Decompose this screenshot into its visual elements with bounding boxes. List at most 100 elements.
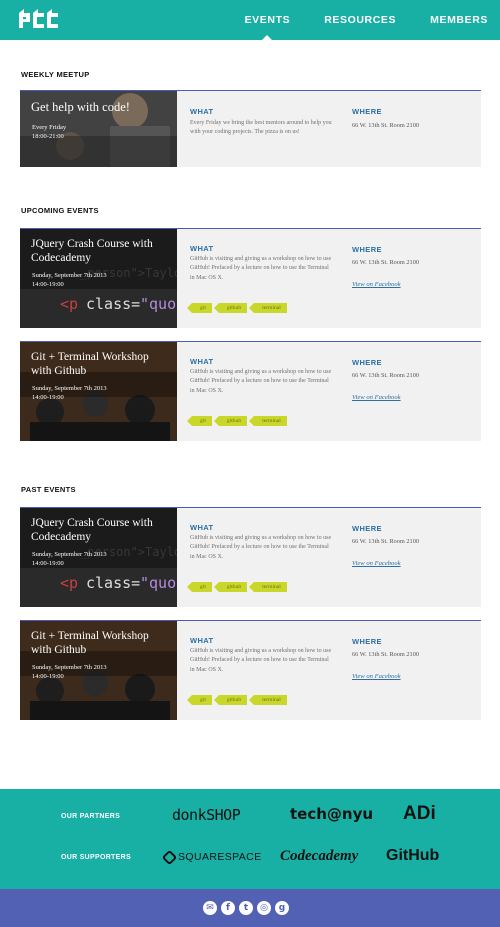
facebook-link[interactable]: View on Facebook <box>352 394 401 401</box>
partner-donkshop[interactable]: donkSHOP <box>172 806 241 824</box>
tag-github[interactable]: github <box>213 416 248 426</box>
where-heading: WHERE <box>352 107 382 116</box>
partner-tech-nyu[interactable]: tech@nyu <box>290 805 373 823</box>
social-bar: ✉ f t ◎ g <box>0 889 500 927</box>
event-image[interactable]: Git + Terminal Workshop with Github Sund… <box>20 621 177 720</box>
supporter-codecademy[interactable]: Codecademy <box>280 848 358 865</box>
svg-text:class=: class= <box>86 574 140 592</box>
google-icon[interactable]: g <box>275 901 289 915</box>
event-card: _person">Taylor <p class= "quote JQuery … <box>20 507 481 607</box>
event-title: Git + Terminal Workshop with Github <box>31 351 149 377</box>
where-text: 66 W. 13th St. Room 2100 <box>352 651 420 658</box>
nav-members-label: MEMBERS <box>430 14 488 26</box>
event-title: JQuery Crash Course with Codecademy <box>31 238 153 264</box>
partner-adi[interactable]: ADi <box>403 803 436 825</box>
event-image[interactable]: _person">Taylor <p class= "quote JQuery … <box>20 229 177 328</box>
social-icons: ✉ f t ◎ g <box>203 901 289 915</box>
event-image[interactable]: _person">Taylor <p class= "quote JQuery … <box>20 508 177 607</box>
svg-text:<p: <p <box>60 295 78 313</box>
facebook-icon[interactable]: f <box>221 901 235 915</box>
where-text: 66 W. 13th St. Room 2100 <box>352 122 420 129</box>
what-heading: WHAT <box>190 357 214 366</box>
tag-github[interactable]: github <box>213 695 248 705</box>
weekly-date: Every Friday 18:00-21:00 <box>32 123 172 141</box>
tag-git[interactable]: git <box>187 582 212 592</box>
past-section-title: PAST EVENTS <box>21 485 76 494</box>
tag-git[interactable]: git <box>187 303 212 313</box>
where-heading: WHERE <box>352 245 382 254</box>
what-text: Every Friday we bring the best mentors a… <box>190 120 332 136</box>
tag-list: git github terminal <box>187 582 287 592</box>
svg-text:<p: <p <box>60 574 78 592</box>
what-text: GitHub is visiting and giving us a works… <box>190 369 332 394</box>
supporter-squarespace[interactable]: SQUARESPACE <box>161 849 262 865</box>
event-time-text: 14:00-19:00 <box>32 281 64 288</box>
svg-text:"quote: "quote <box>140 574 177 592</box>
facebook-link[interactable]: View on Facebook <box>352 281 401 288</box>
tag-git[interactable]: git <box>187 416 212 426</box>
what-heading: WHAT <box>190 244 214 253</box>
weekly-date-text: Every Friday <box>32 124 67 131</box>
weekly-card: Get help with code! Every Friday 18:00-2… <box>20 90 481 167</box>
squarespace-icon <box>161 849 178 865</box>
main-nav: EVENTS RESOURCES MEMBERS <box>233 0 500 41</box>
svg-text:class=: class= <box>86 295 140 313</box>
nav-members[interactable]: MEMBERS <box>418 0 500 40</box>
tag-terminal[interactable]: terminal <box>249 695 287 705</box>
nav-events-label: EVENTS <box>244 14 291 26</box>
tag-terminal[interactable]: terminal <box>249 416 287 426</box>
event-image[interactable]: Git + Terminal Workshop with Github Sund… <box>20 342 177 441</box>
weekly-section-title: WEEKLY MEETUP <box>21 70 90 79</box>
nav-events[interactable]: EVENTS <box>233 0 303 41</box>
weekly-image[interactable]: Get help with code! Every Friday 18:00-2… <box>20 91 177 167</box>
email-icon[interactable]: ✉ <box>203 901 217 915</box>
what-text: GitHub is visiting and giving us a works… <box>190 648 332 673</box>
tag-terminal[interactable]: terminal <box>249 303 287 313</box>
event-date-text: Sunday, September 7th 2013 <box>32 664 107 671</box>
squarespace-label: SQUARESPACE <box>178 851 262 863</box>
where-text: 66 W. 13th St. Room 2100 <box>352 259 420 266</box>
event-time-text: 14:00-19:00 <box>32 560 64 567</box>
event-date-text: Sunday, September 7th 2013 <box>32 272 107 279</box>
event-date: Sunday, September 7th 2013 14:00-19:00 <box>32 550 172 568</box>
facebook-link[interactable]: View on Facebook <box>352 673 401 680</box>
instagram-icon[interactable]: ◎ <box>257 901 271 915</box>
event-card: _person">Taylor <p class= "quote JQuery … <box>20 228 481 328</box>
what-heading: WHAT <box>190 107 214 116</box>
what-heading: WHAT <box>190 636 214 645</box>
nav-resources-label: RESOURCES <box>324 14 397 26</box>
site-header: EVENTS RESOURCES MEMBERS <box>0 0 500 41</box>
active-caret-icon <box>261 35 274 41</box>
event-date-text: Sunday, September 7th 2013 <box>32 551 107 558</box>
tag-list: git github terminal <box>187 416 287 426</box>
where-text: 66 W. 13th St. Room 2100 <box>352 538 420 545</box>
facebook-link[interactable]: View on Facebook <box>352 560 401 567</box>
pcc-logo[interactable] <box>19 9 59 31</box>
weekly-time-text: 18:00-21:00 <box>32 133 64 140</box>
event-date: Sunday, September 7th 2013 14:00-19:00 <box>32 271 172 289</box>
tag-github[interactable]: github <box>213 582 248 592</box>
event-title: JQuery Crash Course with Codecademy <box>31 517 153 543</box>
partners-footer: OUR PARTNERS donkSHOP tech@nyu ADi OUR S… <box>0 789 500 889</box>
nav-resources[interactable]: RESOURCES <box>312 0 408 40</box>
what-text: GitHub is visiting and giving us a works… <box>190 256 332 281</box>
where-heading: WHERE <box>352 358 382 367</box>
tag-list: git github terminal <box>187 303 287 313</box>
event-date: Sunday, September 7th 2013 14:00-19:00 <box>32 663 172 681</box>
supporters-label: OUR SUPPORTERS <box>61 854 131 861</box>
tag-git[interactable]: git <box>187 695 212 705</box>
upcoming-section-title: UPCOMING EVENTS <box>21 206 99 215</box>
event-date: Sunday, September 7th 2013 14:00-19:00 <box>32 384 172 402</box>
where-heading: WHERE <box>352 524 382 533</box>
event-time-text: 14:00-19:00 <box>32 673 64 680</box>
where-text: 66 W. 13th St. Room 2100 <box>352 372 420 379</box>
tag-github[interactable]: github <box>213 303 248 313</box>
twitter-icon[interactable]: t <box>239 901 253 915</box>
weekly-title: Get help with code! <box>31 100 130 114</box>
event-title: Git + Terminal Workshop with Github <box>31 630 149 656</box>
supporter-github[interactable]: GitHub <box>386 847 439 865</box>
tag-terminal[interactable]: terminal <box>249 582 287 592</box>
svg-text:"quote: "quote <box>140 295 177 313</box>
event-time-text: 14:00-19:00 <box>32 394 64 401</box>
what-text: GitHub is visiting and giving us a works… <box>190 535 332 560</box>
